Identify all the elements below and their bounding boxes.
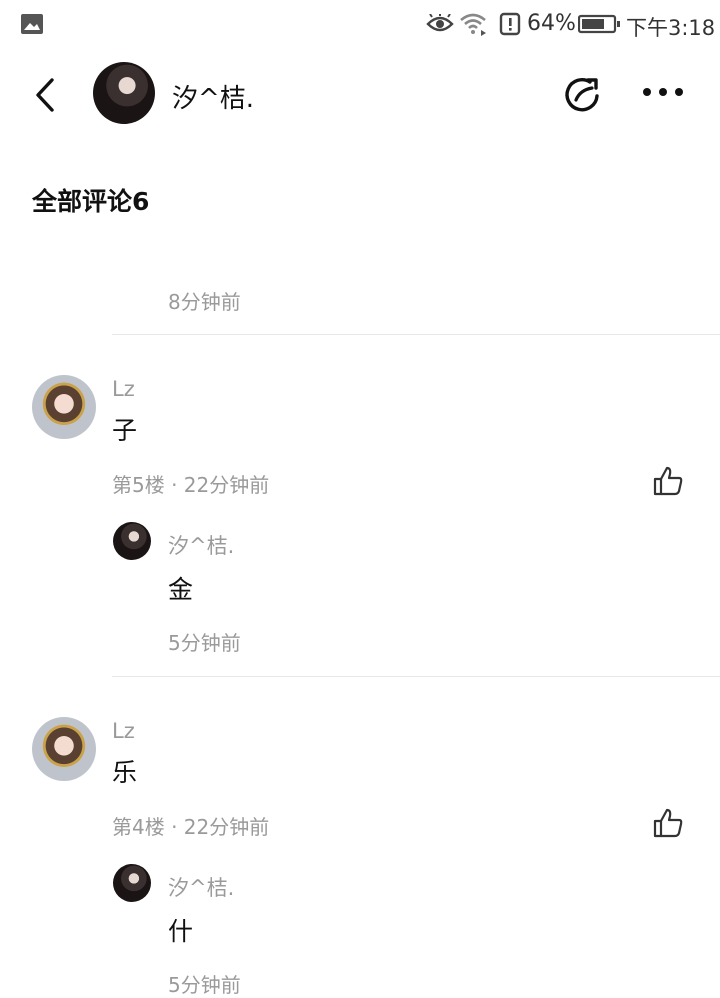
back-icon[interactable] — [30, 77, 60, 113]
reply-time: 5分钟前 — [168, 973, 241, 997]
reply-text: 金 — [168, 575, 194, 604]
thumbs-up-icon[interactable] — [652, 807, 684, 839]
avatar[interactable] — [93, 62, 155, 124]
header-username[interactable]: 汐^桔. — [172, 78, 254, 115]
share-icon[interactable] — [562, 74, 604, 116]
battery-icon — [578, 14, 620, 34]
comment-item: Lz 乐 第4楼 · 22分钟前 汐^桔. 什 5分钟前 — [0, 677, 720, 997]
comment-username[interactable]: Lz — [112, 377, 135, 401]
comment-text: 乐 — [112, 758, 138, 787]
thumbs-up-icon[interactable] — [652, 465, 684, 497]
comments-title: 全部评论6 — [32, 187, 150, 216]
avatar[interactable] — [32, 717, 96, 781]
comment-text: 子 — [112, 416, 138, 445]
comment-item: Lz 子 第5楼 · 22分钟前 汐^桔. 金 5分钟前 — [0, 335, 720, 675]
clock: 下午3:18 — [626, 16, 716, 40]
avatar[interactable] — [113, 522, 151, 560]
alert-icon — [499, 12, 521, 36]
wifi-icon — [460, 13, 486, 36]
battery-percent: 64% — [527, 11, 576, 36]
comment-meta: 第4楼 · 22分钟前 — [112, 815, 270, 839]
eye-icon — [426, 14, 454, 32]
reply-username[interactable]: 汐^桔. — [168, 872, 234, 902]
avatar[interactable] — [113, 864, 151, 902]
reply-time: 5分钟前 — [168, 631, 241, 655]
image-icon — [21, 14, 43, 34]
top-bar: 汐^桔. — [0, 50, 720, 140]
reply-text: 什 — [168, 917, 194, 946]
more-icon[interactable] — [642, 85, 686, 99]
comment-username[interactable]: Lz — [112, 719, 135, 743]
comment-time: 8分钟前 — [168, 290, 241, 314]
avatar[interactable] — [32, 375, 96, 439]
reply-username[interactable]: 汐^桔. — [168, 530, 234, 560]
comment-meta: 第5楼 · 22分钟前 — [112, 473, 270, 497]
status-bar: 64% 下午3:18 — [0, 0, 720, 50]
